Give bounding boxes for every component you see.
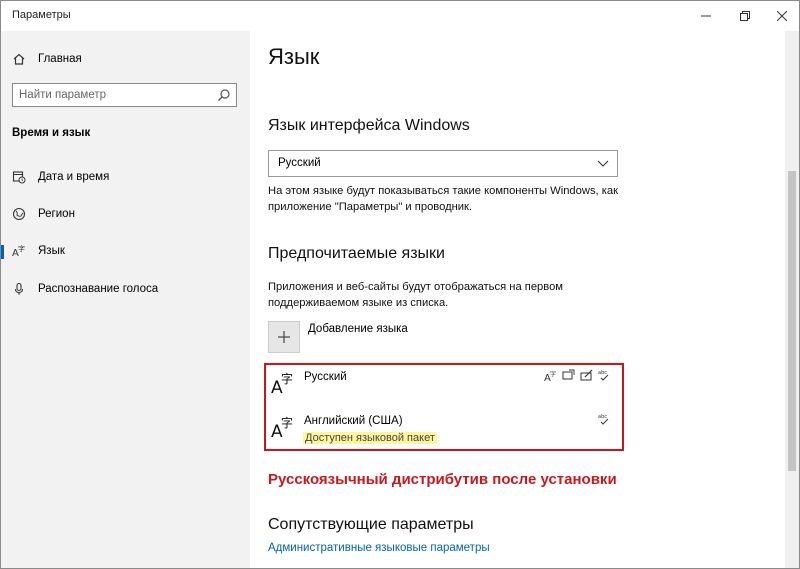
svg-text:字: 字 [281, 415, 293, 430]
main-content: Язык Язык интерфейса Windows Русский На … [250, 1, 799, 568]
globe-icon [12, 207, 26, 221]
language-name: Английский (США) [304, 415, 403, 427]
sidebar-item-region[interactable]: Регион [1, 198, 250, 230]
annotation-text: Русскоязычный дистрибутив после установк… [268, 471, 617, 488]
settings-window: Параметры Главная Время и язык Дата и [0, 0, 800, 569]
sidebar-item-label: Дата и время [38, 171, 110, 183]
spellcheck-icon: abc [598, 414, 609, 425]
scrollbar[interactable] [785, 31, 799, 568]
display-language-heading: Язык интерфейса Windows [268, 117, 470, 134]
language-icon: A字 [271, 415, 293, 439]
svg-text:字: 字 [550, 370, 556, 378]
display-language-description: На этом языке будут показываться такие к… [268, 185, 619, 213]
search-icon[interactable] [217, 88, 231, 102]
sidebar: Главная Время и язык Дата и время Регион… [1, 31, 250, 568]
spellcheck-icon: abc [598, 370, 609, 381]
calendar-clock-icon [12, 170, 26, 184]
svg-text:字: 字 [281, 371, 293, 386]
page-title: Язык [268, 44, 320, 69]
sidebar-item-label: Язык [38, 245, 65, 257]
svg-text:字: 字 [18, 244, 25, 253]
sidebar-item-label: Главная [38, 53, 82, 65]
home-icon [12, 52, 26, 66]
microphone-icon [12, 282, 26, 296]
handwriting-icon [580, 369, 593, 381]
active-indicator [1, 245, 4, 259]
display-language-dropdown[interactable]: Русский [268, 150, 618, 177]
sidebar-item-label: Регион [38, 208, 75, 220]
sidebar-item-home[interactable]: Главная [1, 43, 250, 75]
search-input[interactable] [19, 85, 209, 105]
admin-language-settings-link[interactable]: Административные языковые параметры [268, 542, 490, 554]
chevron-down-icon [597, 160, 609, 167]
add-language-label: Добавление языка [308, 323, 408, 335]
display-language-icon: A字 [544, 370, 556, 382]
sidebar-section-title: Время и язык [12, 127, 91, 139]
language-item-english-us[interactable]: A字 Английский (США) Доступен языковой па… [266, 409, 622, 449]
window-title: Параметры [12, 9, 71, 21]
related-settings-heading: Сопутствующие параметры [268, 516, 474, 533]
language-icon: A字 [271, 371, 293, 395]
language-icon: A字 [12, 244, 26, 258]
scrollbar-thumb[interactable] [788, 171, 796, 471]
sidebar-item-label: Распознавание голоса [38, 283, 159, 295]
preferred-languages-description: Приложения и веб-сайты будут отображатьс… [268, 281, 564, 309]
preferred-languages-heading: Предпочитаемые языки [268, 245, 445, 262]
speech-icon [562, 369, 575, 380]
sidebar-item-language[interactable]: A字 Язык [1, 235, 250, 267]
plus-icon [268, 321, 300, 353]
language-item-russian[interactable]: A字 Русский A字 abc [266, 365, 622, 405]
language-pack-status: Доступен языковой пакет [303, 432, 437, 444]
dropdown-value: Русский [278, 157, 321, 169]
language-name: Русский [304, 371, 347, 383]
sidebar-item-date-time[interactable]: Дата и время [1, 161, 250, 193]
svg-text:abc: abc [598, 370, 607, 376]
sidebar-item-speech[interactable]: Распознавание голоса [1, 273, 250, 305]
language-list-highlight: A字 Русский A字 abc A字 Английский (США) До… [264, 363, 624, 451]
search-box [12, 83, 237, 107]
svg-text:abc: abc [598, 414, 607, 420]
add-language-button[interactable]: Добавление языка [268, 321, 408, 353]
